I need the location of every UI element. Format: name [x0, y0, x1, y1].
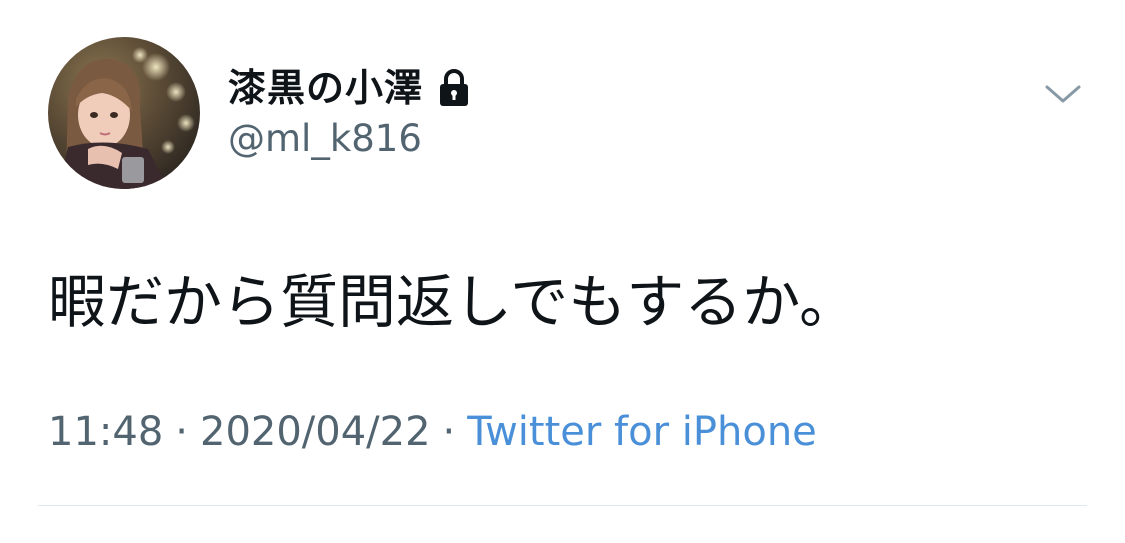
display-name: 漆黒の小澤 [228, 66, 424, 110]
tweet-source-link[interactable]: Twitter for iPhone [467, 404, 817, 460]
meta-separator: · [175, 409, 188, 455]
divider [38, 505, 1087, 506]
user-handle[interactable]: @ml_k816 [228, 114, 422, 164]
meta-separator: · [442, 409, 456, 455]
avatar[interactable] [48, 37, 200, 189]
tweet-text: 暇だから質問返しでもするか。 [48, 268, 858, 336]
chevron-down-icon [1045, 85, 1081, 103]
tweet-time[interactable]: 11:48 [48, 404, 163, 460]
tweet-meta: 11:48 · 2020/04/22 · Twitter for iPhone [48, 404, 817, 460]
avatar-image [48, 37, 200, 189]
tweet-menu-button[interactable] [1040, 74, 1086, 114]
lock-icon [437, 68, 471, 108]
author-name-row[interactable]: 漆黒の小澤 [228, 60, 471, 116]
tweet-date[interactable]: 2020/04/22 [200, 404, 431, 460]
tweet-detail: 漆黒の小澤 @ml_k816 暇だから質問返しでもするか。 11:48 · 20… [0, 0, 1125, 543]
